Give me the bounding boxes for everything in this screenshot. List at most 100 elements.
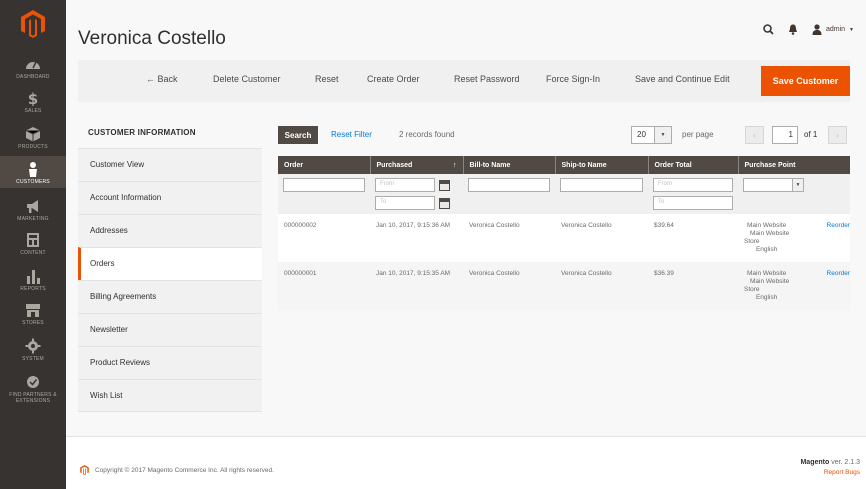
- per-page-select[interactable]: 20: [631, 126, 655, 144]
- calendar-icon[interactable]: [439, 197, 450, 209]
- save-and-continue-button[interactable]: Save and Continue Edit: [635, 74, 730, 84]
- order-total: $39.64: [648, 214, 738, 262]
- nav-label: CUSTOMERS: [16, 179, 50, 185]
- column-header-purchased[interactable]: Purchased ↑: [370, 156, 464, 174]
- column-header-purchase-point[interactable]: Purchase Point: [738, 156, 850, 174]
- save-customer-button[interactable]: Save Customer: [761, 66, 850, 96]
- purchase-point-cell: Main Website Main Website Store English …: [738, 262, 850, 310]
- admin-user-menu[interactable]: admin ▼: [812, 24, 854, 35]
- header-actions: admin ▼: [763, 24, 854, 35]
- force-signin-button[interactable]: Force Sign-In: [546, 74, 600, 84]
- pp-store: Main Website: [750, 230, 790, 237]
- order-number: 000000002: [278, 214, 370, 262]
- nav-item-system[interactable]: SYSTEM: [0, 338, 66, 362]
- chevron-down-icon: ▼: [660, 132, 666, 138]
- column-header-order[interactable]: Order: [278, 156, 371, 174]
- magento-logo-icon[interactable]: [21, 10, 45, 38]
- pp-store-view: English: [755, 246, 778, 253]
- tab-customer-view[interactable]: Customer View: [78, 148, 262, 181]
- chevron-left-icon: ‹: [753, 130, 756, 140]
- column-header-bill-to[interactable]: Bill-to Name: [463, 156, 556, 174]
- per-page-label: per page: [682, 130, 714, 139]
- report-bugs-link[interactable]: Report Bugs: [800, 469, 860, 476]
- calendar-icon[interactable]: [439, 179, 450, 191]
- bar-chart-icon: [27, 270, 40, 284]
- grid-toolbar: Search Reset Filter 2 records found 20 ▼…: [278, 126, 858, 146]
- reset-button[interactable]: Reset: [315, 74, 339, 84]
- nav-label: SALES: [24, 108, 42, 114]
- cube-icon: [25, 127, 41, 142]
- search-button[interactable]: Search: [278, 126, 318, 144]
- column-header-order-total[interactable]: Order Total: [648, 156, 739, 174]
- pp-website: Main Website: [747, 222, 787, 229]
- reorder-link[interactable]: Reorder: [827, 222, 850, 254]
- tab-orders[interactable]: Orders: [78, 247, 262, 280]
- bill-to-filter-input[interactable]: [468, 178, 550, 192]
- tab-newsletter[interactable]: Newsletter: [78, 313, 262, 346]
- nav-item-partners[interactable]: FIND PARTNERS & EXTENSIONS: [0, 374, 66, 404]
- bell-icon[interactable]: [788, 24, 798, 35]
- nav-item-products[interactable]: PRODUCTS: [0, 126, 66, 150]
- total-from-input[interactable]: From: [653, 178, 733, 192]
- tab-product-reviews[interactable]: Product Reviews: [78, 346, 262, 379]
- sort-arrow-icon: ↑: [453, 161, 457, 169]
- svg-text:$: $: [28, 90, 38, 106]
- bill-to-name: Veronica Costello: [463, 214, 555, 262]
- ship-to-name: Veronica Costello: [555, 214, 648, 262]
- ship-to-filter-input[interactable]: [560, 178, 643, 192]
- tab-wish-list[interactable]: Wish List: [78, 379, 262, 412]
- create-order-button[interactable]: Create Order: [367, 74, 420, 84]
- tabs-title: CUSTOMER INFORMATION: [78, 118, 262, 148]
- purchased-from-input[interactable]: From: [375, 178, 435, 192]
- nav-item-dashboard[interactable]: DASHBOARD: [0, 56, 66, 80]
- page-number-input[interactable]: 1: [772, 126, 798, 144]
- nav-item-reports[interactable]: REPORTS: [0, 268, 66, 292]
- version-info: Magento ver. 2.1.3 Report Bugs: [800, 459, 860, 476]
- admin-username: admin: [825, 26, 846, 33]
- column-header-label: Purchased: [376, 161, 413, 169]
- layout-icon: [27, 233, 39, 247]
- nav-label: STORES: [22, 320, 44, 326]
- page-actions-bar: ← Back Delete Customer Reset Create Orde…: [78, 60, 850, 102]
- order-total: $36.39: [648, 262, 738, 310]
- back-button[interactable]: ← Back: [146, 74, 178, 84]
- order-filter-input[interactable]: [283, 178, 365, 192]
- column-header-ship-to[interactable]: Ship-to Name: [555, 156, 649, 174]
- order-number: 000000001: [278, 262, 370, 310]
- nav-item-customers[interactable]: CUSTOMERS: [0, 156, 66, 188]
- table-row[interactable]: 000000001 Jan 10, 2017, 9:15:35 AM Veron…: [278, 262, 850, 310]
- pp-store: Main Website: [750, 278, 790, 285]
- next-page-button[interactable]: ›: [828, 126, 847, 144]
- tab-account-information[interactable]: Account Information: [78, 181, 262, 214]
- nav-item-marketing[interactable]: MARKETING: [0, 198, 66, 222]
- purchased-to-input[interactable]: To: [375, 196, 435, 210]
- tab-billing-agreements[interactable]: Billing Agreements: [78, 280, 262, 313]
- reset-password-button[interactable]: Reset Password: [454, 74, 520, 84]
- purchase-point: Main Website Main Website Store English: [744, 270, 789, 302]
- page-title: Veronica Costello: [78, 28, 226, 49]
- orders-grid: Search Reset Filter 2 records found 20 ▼…: [278, 118, 858, 328]
- select-box: [743, 178, 793, 192]
- reset-filter-link[interactable]: Reset Filter: [331, 130, 372, 139]
- pp-store-view: English: [755, 294, 778, 301]
- previous-page-button[interactable]: ‹: [745, 126, 764, 144]
- tab-addresses[interactable]: Addresses: [78, 214, 262, 247]
- total-to-input[interactable]: To: [653, 196, 733, 210]
- nav-item-sales[interactable]: $ SALES: [0, 90, 66, 114]
- table-row[interactable]: 000000002 Jan 10, 2017, 9:15:36 AM Veron…: [278, 214, 850, 262]
- ship-to-name: Veronica Costello: [555, 262, 648, 310]
- delete-customer-button[interactable]: Delete Customer: [213, 74, 281, 84]
- partners-icon: [27, 376, 39, 388]
- reorder-link[interactable]: Reorder: [827, 270, 850, 302]
- purchase-point-filter-select[interactable]: ▼: [743, 178, 845, 192]
- filter-row: From To From To ▼: [278, 174, 850, 214]
- nav-item-stores[interactable]: STORES: [0, 302, 66, 326]
- megaphone-icon: [27, 200, 38, 213]
- nav-label: MARKETING: [17, 216, 49, 222]
- dashboard-icon: [26, 61, 40, 69]
- per-page-toggle[interactable]: ▼: [655, 126, 672, 144]
- dollar-icon: $: [28, 90, 38, 106]
- table-header-row: Order Purchased ↑ Bill-to Name Ship-to Na…: [278, 156, 850, 174]
- search-icon[interactable]: [763, 24, 774, 35]
- nav-item-content[interactable]: CONTENT: [0, 232, 66, 256]
